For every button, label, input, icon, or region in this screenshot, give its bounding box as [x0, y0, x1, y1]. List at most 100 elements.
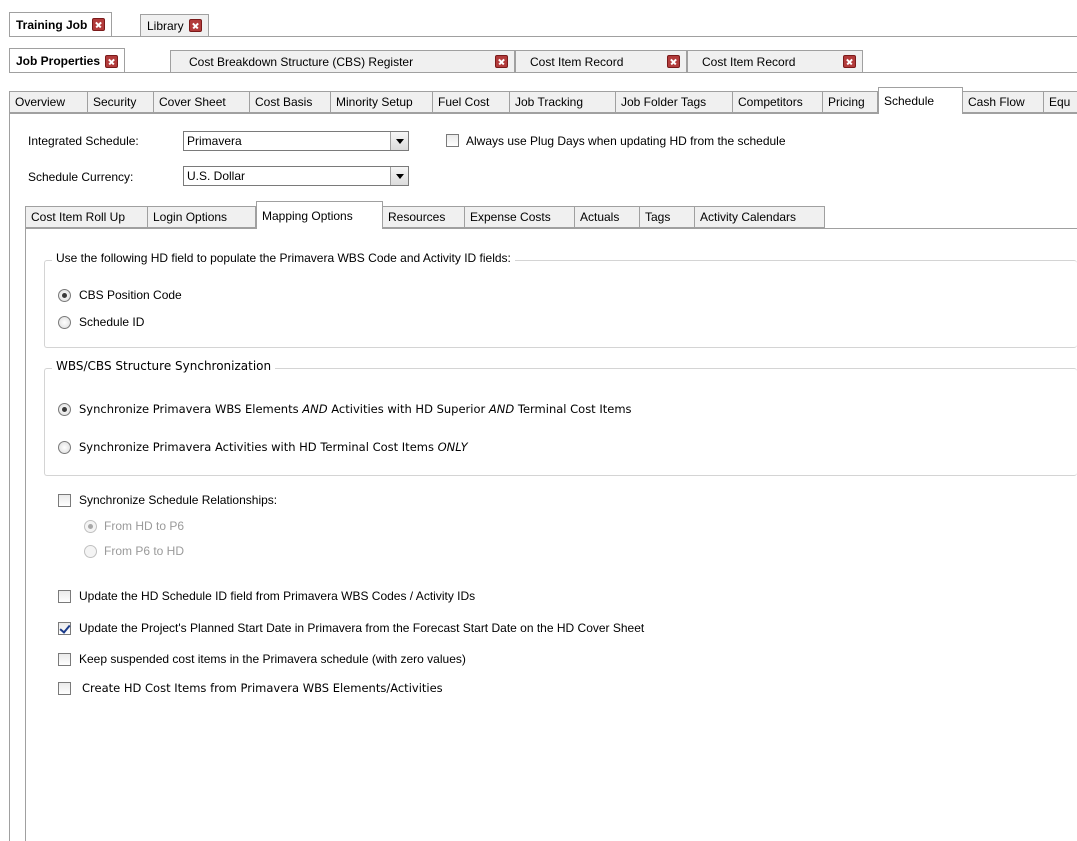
subtab-login-options[interactable]: Login Options — [148, 206, 256, 228]
subtab-activity-calendars[interactable]: Activity Calendars — [695, 206, 825, 228]
sync-wbs-and-activities-radio[interactable] — [58, 403, 71, 416]
tab-security[interactable]: Security — [88, 91, 154, 113]
tab-label: Fuel Cost — [438, 95, 490, 109]
subtab-label: Cost Item Roll Up — [31, 210, 126, 224]
cbs-position-code-label: CBS Position Code — [79, 288, 182, 302]
tab-job-folder-tags[interactable]: Job Folder Tags — [616, 91, 733, 113]
tab-equ[interactable]: Equ — [1044, 91, 1077, 113]
keep-suspended-label: Keep suspended cost items in the Primave… — [79, 652, 466, 666]
doc-tab-label: Cost Item Record — [530, 54, 624, 69]
doc-tab-label: Training Job — [16, 17, 88, 32]
subtab-label: Actuals — [580, 210, 620, 224]
sync-relationships-checkbox[interactable] — [58, 494, 71, 507]
doc-tab-label: Cost Breakdown Structure (CBS) Register — [189, 54, 414, 69]
subtab-cost-item-roll-up[interactable]: Cost Item Roll Up — [25, 206, 148, 228]
subtab-mapping-options[interactable]: Mapping Options — [256, 201, 383, 229]
update-schedule-id-checkbox[interactable] — [58, 590, 71, 603]
close-icon[interactable] — [105, 54, 119, 68]
chevron-down-icon — [395, 173, 404, 179]
doc-tab-label: Library — [147, 18, 184, 33]
integrated-schedule-select[interactable]: Primavera — [183, 131, 409, 151]
from-p6-to-hd-label: From P6 to HD — [104, 544, 185, 558]
tab-pricing[interactable]: Pricing — [823, 91, 878, 113]
tab-label: Overview — [15, 95, 66, 109]
tab-label: Security — [93, 95, 137, 109]
subtab-actuals[interactable]: Actuals — [575, 206, 640, 228]
subtab-label: Login Options — [153, 210, 228, 224]
tab-schedule[interactable]: Schedule — [878, 87, 963, 114]
tab-label: Cover Sheet — [159, 95, 226, 109]
tabstrip-divider — [9, 36, 1077, 37]
sync-activities-only-label: Synchronize Primavera Activities with HD… — [79, 440, 468, 454]
close-icon[interactable] — [667, 55, 680, 68]
tabstrip-divider — [9, 72, 1077, 73]
update-schedule-id-label: Update the HD Schedule ID field from Pri… — [79, 589, 476, 603]
subtab-label: Expense Costs — [470, 210, 551, 224]
subtab-divider — [25, 228, 1077, 229]
chevron-down-icon — [395, 138, 404, 144]
doc-tab-cbs-register[interactable]: Cost Breakdown Structure (CBS) Register — [170, 50, 515, 72]
update-planned-start-label: Update the Project's Planned Start Date … — [79, 621, 645, 635]
tab-cost-basis[interactable]: Cost Basis — [250, 91, 331, 113]
tab-minority-setup[interactable]: Minority Setup — [331, 91, 433, 113]
sync-group-legend: WBS/CBS Structure Synchronization — [52, 359, 276, 373]
doc-tab-cost-item-record-1[interactable]: Cost Item Record — [515, 50, 687, 72]
subtab-label: Activity Calendars — [700, 210, 797, 224]
close-icon[interactable] — [495, 55, 508, 68]
field-group-box — [44, 260, 1077, 348]
create-cost-items-label: Create HD Cost Items from Primavera WBS … — [82, 681, 443, 695]
cbs-position-code-radio[interactable] — [58, 289, 71, 302]
doc-tab-label: Cost Item Record — [702, 54, 796, 69]
sync-activities-only-radio[interactable] — [58, 441, 71, 454]
from-hd-to-p6-label: From HD to P6 — [104, 519, 185, 533]
from-hd-to-p6-radio[interactable] — [84, 520, 97, 533]
plug-days-checkbox[interactable] — [446, 134, 459, 147]
integrated-schedule-label: Integrated Schedule: — [28, 134, 139, 148]
tab-label: Minority Setup — [336, 95, 413, 109]
plug-days-label: Always use Plug Days when updating HD fr… — [466, 134, 786, 148]
subtab-resources[interactable]: Resources — [383, 206, 465, 228]
from-p6-to-hd-radio[interactable] — [84, 545, 97, 558]
close-icon[interactable] — [843, 55, 856, 68]
tab-label: Schedule — [884, 94, 935, 108]
tab-fuel-cost[interactable]: Fuel Cost — [433, 91, 510, 113]
tab-label: Job Tracking — [515, 95, 584, 109]
close-icon[interactable] — [92, 18, 106, 31]
subtab-label: Tags — [645, 210, 671, 224]
doc-tab-training-job[interactable]: Training Job — [9, 12, 113, 36]
subpanel-border — [25, 228, 26, 841]
update-planned-start-checkbox[interactable] — [58, 622, 71, 635]
tab-job-tracking[interactable]: Job Tracking — [510, 91, 616, 113]
tab-label: Job Folder Tags — [621, 95, 707, 109]
subtab-tags[interactable]: Tags — [640, 206, 695, 228]
doc-tab-job-properties[interactable]: Job Properties — [9, 48, 126, 73]
integrated-schedule-value: Primavera — [187, 134, 242, 148]
dropdown-button[interactable] — [390, 132, 408, 150]
doc-tab-library[interactable]: Library — [140, 14, 209, 36]
schedule-id-radio[interactable] — [58, 316, 71, 329]
schedule-currency-select[interactable]: U.S. Dollar — [183, 166, 409, 186]
tab-overview[interactable]: Overview — [9, 91, 88, 113]
create-cost-items-checkbox[interactable] — [58, 682, 71, 695]
sync-group-box — [44, 368, 1077, 476]
keep-suspended-checkbox[interactable] — [58, 653, 71, 666]
doc-tab-label: Job Properties — [16, 54, 101, 68]
tab-label: Cash Flow — [968, 95, 1025, 109]
tab-label: Cost Basis — [255, 95, 313, 109]
panel-border — [9, 113, 10, 841]
tab-label: Competitors — [738, 95, 803, 109]
tab-cover-sheet[interactable]: Cover Sheet — [154, 91, 250, 113]
field-group-legend: Use the following HD field to populate t… — [52, 251, 515, 265]
sync-relationships-label: Synchronize Schedule Relationships: — [79, 493, 278, 507]
schedule-currency-value: U.S. Dollar — [187, 169, 246, 183]
tab-cash-flow[interactable]: Cash Flow — [963, 91, 1044, 113]
subtab-expense-costs[interactable]: Expense Costs — [465, 206, 575, 228]
tab-competitors[interactable]: Competitors — [733, 91, 823, 113]
schedule-id-label: Schedule ID — [79, 315, 145, 329]
close-icon[interactable] — [188, 19, 202, 32]
tab-label: Equ — [1049, 95, 1071, 109]
sync-wbs-and-activities-label: Synchronize Primavera WBS Elements AND A… — [79, 402, 632, 416]
subtab-label: Mapping Options — [262, 208, 353, 223]
dropdown-button[interactable] — [390, 167, 408, 185]
doc-tab-cost-item-record-2[interactable]: Cost Item Record — [687, 50, 863, 72]
